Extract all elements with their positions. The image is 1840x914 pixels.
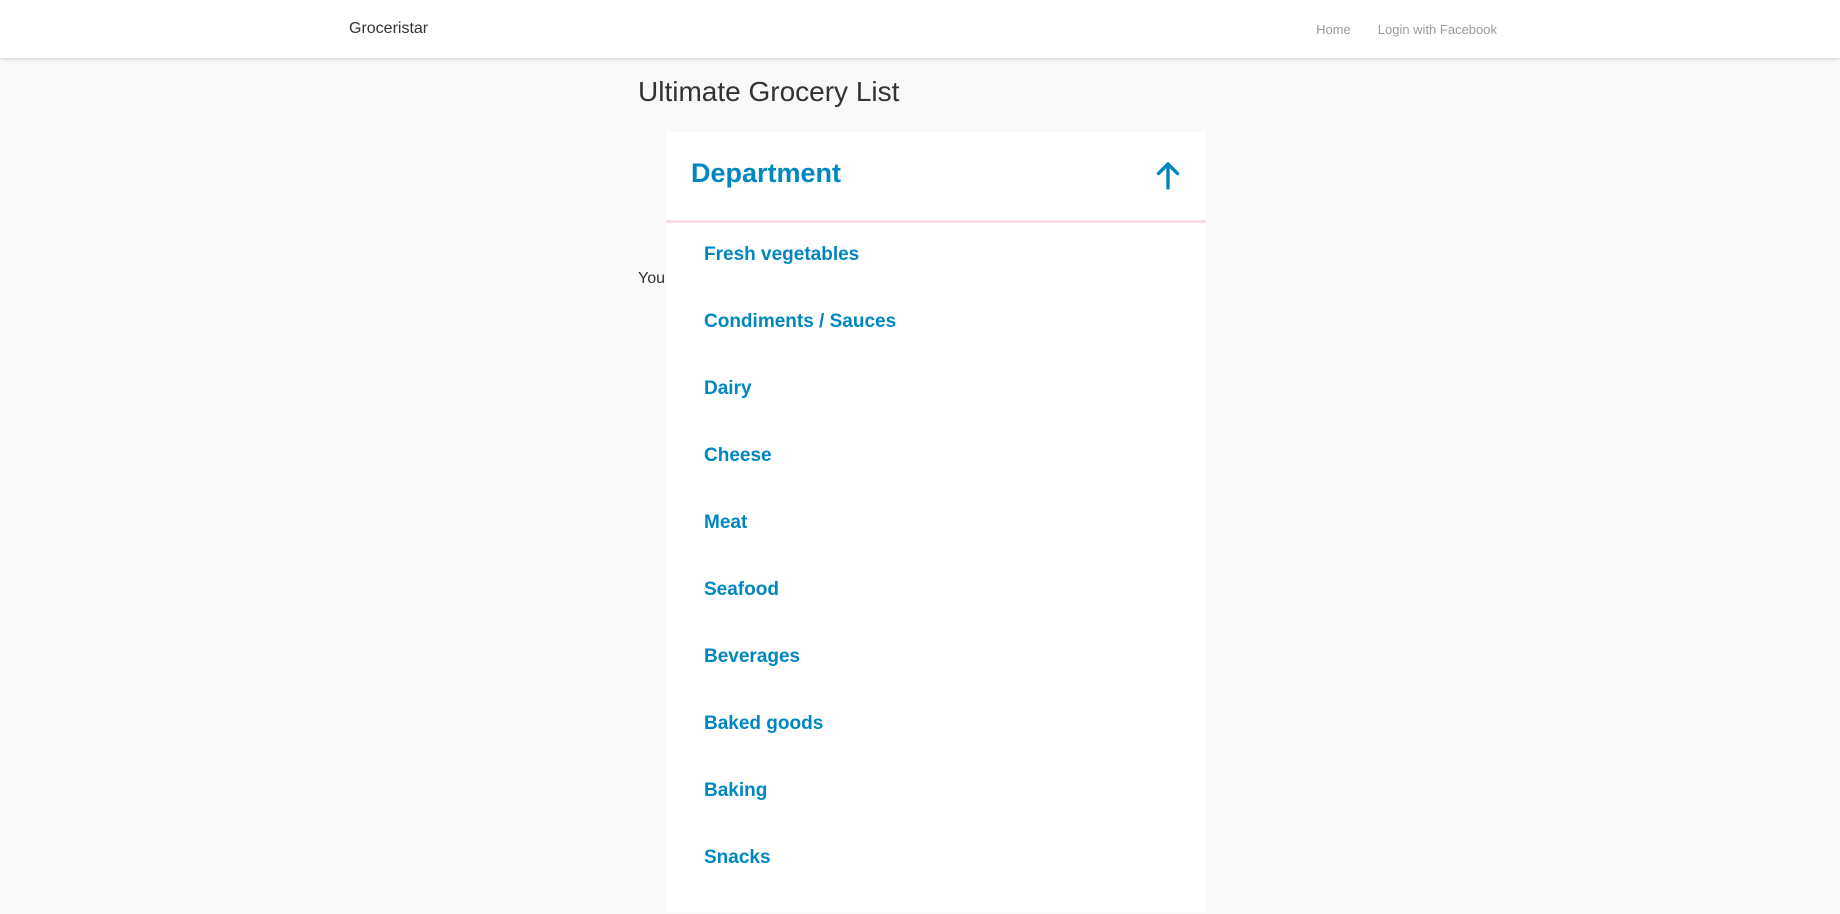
department-item-seafood[interactable]: Seafood	[704, 579, 896, 646]
nav-link-home[interactable]: Home	[1316, 22, 1351, 37]
department-item-fresh-vegetables[interactable]: Fresh vegetables	[704, 244, 896, 311]
department-item-snacks[interactable]: Snacks	[704, 847, 896, 914]
department-item-baking[interactable]: Baking	[704, 780, 896, 847]
department-item-cheese[interactable]: Cheese	[704, 445, 896, 512]
department-item-condiments-sauces[interactable]: Condiments / Sauces	[704, 311, 896, 378]
department-dropdown: Department Fresh vegetables Condiments /…	[666, 132, 1206, 912]
brand-link[interactable]: Groceristar	[349, 20, 428, 38]
department-item-meat[interactable]: Meat	[704, 512, 896, 579]
page-title: Ultimate Grocery List	[638, 76, 900, 107]
intro-text: You	[638, 270, 665, 287]
department-list: Fresh vegetables Condiments / Sauces Dai…	[704, 244, 896, 914]
arrow-up-icon[interactable]	[1156, 162, 1180, 190]
top-navbar: Groceristar Home Login with Facebook	[0, 0, 1840, 58]
department-item-dairy[interactable]: Dairy	[704, 378, 896, 445]
department-header[interactable]: Department	[666, 132, 1206, 223]
nav-links: Home Login with Facebook	[1316, 22, 1497, 37]
department-item-beverages[interactable]: Beverages	[704, 646, 896, 713]
department-item-baked-goods[interactable]: Baked goods	[704, 713, 896, 780]
department-title: Department	[691, 158, 842, 188]
nav-link-login-facebook[interactable]: Login with Facebook	[1378, 22, 1497, 37]
